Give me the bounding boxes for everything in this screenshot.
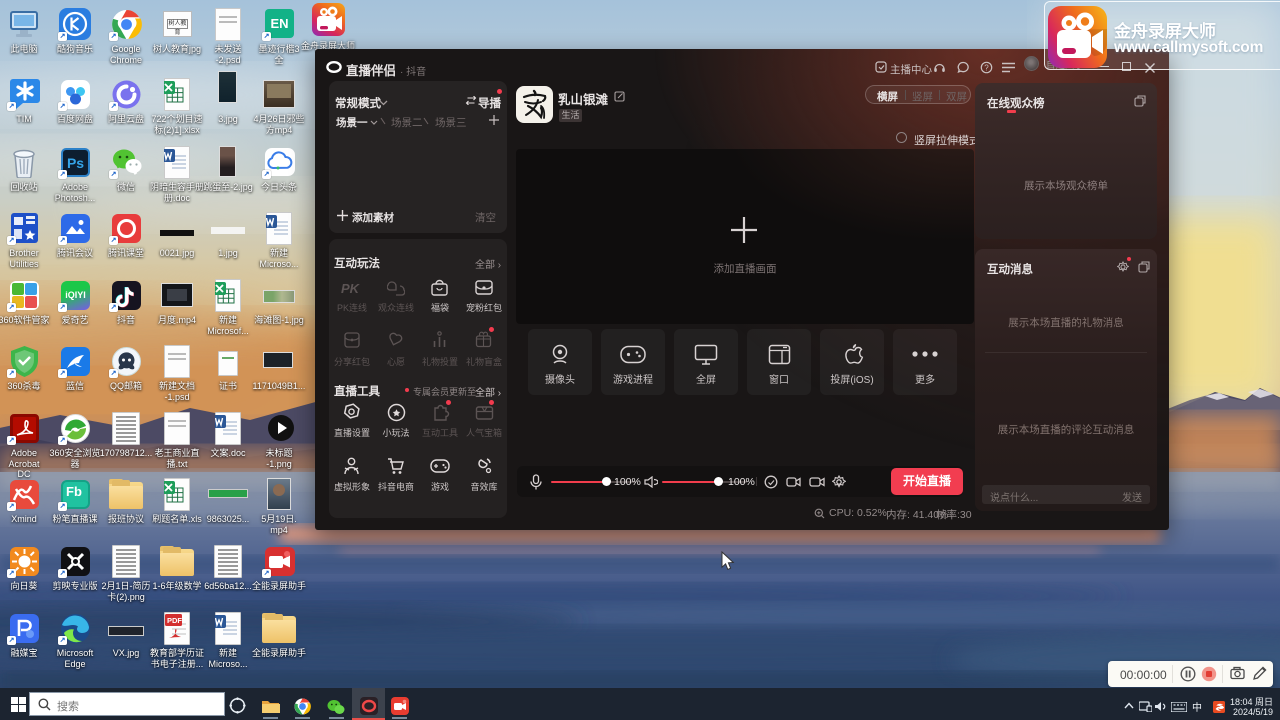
svg-text:PDF: PDF [167, 616, 182, 625]
svg-text:?: ? [984, 63, 989, 72]
